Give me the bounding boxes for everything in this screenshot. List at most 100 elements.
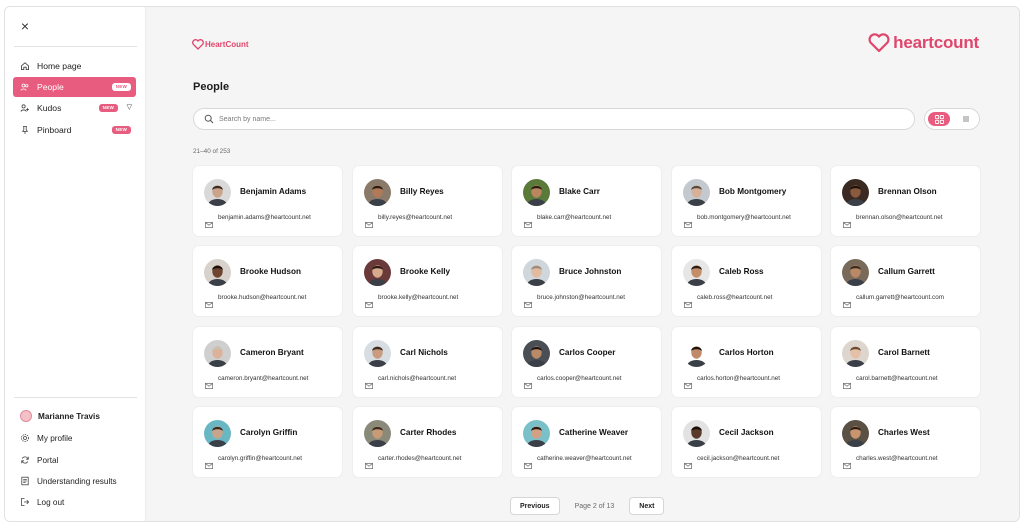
person-email[interactable]: carlos.cooper@heartcount.net [537,375,621,382]
heart-icon [868,33,890,53]
person-card[interactable]: Charles West charles.west@heartcount.net [831,407,980,477]
person-card[interactable]: Callum Garrett callum.garrett@heartcount.… [831,246,980,316]
avatar [20,410,32,422]
person-name: Carol Barnett [878,348,930,357]
log-out-link[interactable]: Log out [13,493,136,511]
avatar [842,259,869,286]
person-email[interactable]: brennan.olson@heartcount.net [856,214,943,221]
bottom-item-label: Understanding results [37,476,117,486]
mail-icon [365,376,373,389]
avatar [204,179,231,206]
person-email[interactable]: brooke.hudson@heartcount.net [218,294,306,301]
people-icon [20,82,30,92]
person-card[interactable]: Bob Montgomery bob.montgomery@heartcount.… [672,166,821,236]
person-card[interactable]: Carlos Horton carlos.horton@heartcount.ne… [672,327,821,397]
sidebar-item-kudos[interactable]: Kudos NEW ▽ [13,98,136,118]
brand-name-small: HeartCount [205,40,249,49]
avatar [364,340,391,367]
sidebar-item-people[interactable]: People NEW [13,77,136,97]
person-name: Brooke Hudson [240,267,301,276]
person-name: Blake Carr [559,187,600,196]
sidebar-item-pinboard[interactable]: Pinboard NEW [13,120,136,140]
person-name: Catherine Weaver [559,428,629,437]
person-card[interactable]: Brennan Olson brennan.olson@heartcount.ne… [831,166,980,236]
person-name: Carl Nichols [400,348,448,357]
person-email[interactable]: carl.nichols@heartcount.net [378,375,456,382]
person-email[interactable]: catherine.weaver@heartcount.net [537,455,632,462]
person-name: Cecil Jackson [719,428,774,437]
person-email[interactable]: caleb.ross@heartcount.net [697,294,772,301]
brand-logo: heartcount [868,33,979,53]
person-email[interactable]: blake.carr@heartcount.net [537,214,611,221]
person-email[interactable]: brooke.kelly@heartcount.net [378,294,458,301]
sidebar-divider-top [14,46,137,47]
person-card[interactable]: Cameron Bryant cameron.bryant@heartcount.… [193,327,342,397]
mail-icon [843,215,851,228]
person-email[interactable]: bob.montgomery@heartcount.net [697,214,791,221]
person-card[interactable]: Carlos Cooper carlos.cooper@heartcount.ne… [512,327,661,397]
person-card[interactable]: Carolyn Griffin carolyn.griffin@heartcoun… [193,407,342,477]
person-card[interactable]: Bruce Johnston bruce.johnston@heartcount.… [512,246,661,316]
new-badge: NEW [111,83,131,91]
person-email[interactable]: callum.garrett@heartcount.com [856,294,944,301]
person-card[interactable]: Carter Rhodes carter.rhodes@heartcount.ne… [353,407,502,477]
person-name: Bruce Johnston [559,267,622,276]
brand-logo-small[interactable]: HeartCount [192,39,249,50]
person-email[interactable]: cameron.bryant@heartcount.net [218,375,308,382]
sidebar-divider-bottom [14,397,137,398]
person-email[interactable]: carolyn.griffin@heartcount.net [218,455,302,462]
mail-icon [365,215,373,228]
avatar [204,259,231,286]
person-name: Carlos Horton [719,348,774,357]
user-profile[interactable]: Marianne Travis [13,407,136,425]
list-icon [963,116,969,122]
person-email[interactable]: cecil.jackson@heartcount.net [697,455,779,462]
person-card[interactable]: Brooke Kelly brooke.kelly@heartcount.net [353,246,502,316]
sidebar-item-label: People [37,82,64,92]
person-card[interactable]: Billy Reyes billy.reyes@heartcount.net [353,166,502,236]
sidebar-item-label: Home page [37,61,82,71]
search-bar[interactable] [193,108,915,130]
person-card[interactable]: Carol Barnett carol.barnett@heartcount.ne… [831,327,980,397]
chevron-down-icon[interactable]: ▽ [127,103,132,111]
person-card[interactable]: Cecil Jackson cecil.jackson@heartcount.ne… [672,407,821,477]
search-icon [204,114,214,124]
person-card[interactable]: Blake Carr blake.carr@heartcount.net [512,166,661,236]
grid-view-button[interactable] [928,112,950,126]
person-name: Carlos Cooper [559,348,616,357]
person-email[interactable]: benjamin.adams@heartcount.net [218,214,311,221]
mail-icon [524,376,532,389]
person-card[interactable]: Carl Nichols carl.nichols@heartcount.net [353,327,502,397]
sidebar: × Home page People NEW Kudos NEW ▽ Pinbo… [5,7,146,521]
person-name: Caleb Ross [719,267,764,276]
logout-icon [20,497,30,507]
list-view-button[interactable] [957,112,975,126]
my-profile-link[interactable]: My profile [13,429,136,447]
person-name: Carter Rhodes [400,428,457,437]
search-input[interactable] [219,115,899,123]
person-email[interactable]: bruce.johnston@heartcount.net [537,294,625,301]
avatar [204,420,231,447]
portal-link[interactable]: Portal [13,451,136,469]
person-card[interactable]: Catherine Weaver catherine.weaver@heartco… [512,407,661,477]
person-card[interactable]: Benjamin Adams benjamin.adams@heartcount.… [193,166,342,236]
bottom-item-label: Log out [37,497,65,507]
sidebar-item-home[interactable]: Home page [13,56,136,76]
person-email[interactable]: billy.reyes@heartcount.net [378,214,452,221]
avatar [364,420,391,447]
person-name: Brennan Olson [878,187,937,196]
previous-page-button[interactable]: Previous [510,497,560,515]
understanding-results-link[interactable]: Understanding results [13,472,136,490]
person-card[interactable]: Caleb Ross caleb.ross@heartcount.net [672,246,821,316]
person-email[interactable]: carter.rhodes@heartcount.net [378,455,461,462]
next-page-button[interactable]: Next [629,497,665,515]
person-email[interactable]: charles.west@heartcount.net [856,455,938,462]
person-card[interactable]: Brooke Hudson brooke.hudson@heartcount.ne… [193,246,342,316]
close-icon[interactable]: × [18,19,32,33]
mail-icon [843,295,851,308]
sidebar-item-label: Kudos [37,103,62,113]
new-badge: NEW [111,126,131,134]
person-email[interactable]: carlos.horton@heartcount.net [697,375,780,382]
gear-icon [20,433,30,443]
person-email[interactable]: carol.barnett@heartcount.net [856,375,938,382]
